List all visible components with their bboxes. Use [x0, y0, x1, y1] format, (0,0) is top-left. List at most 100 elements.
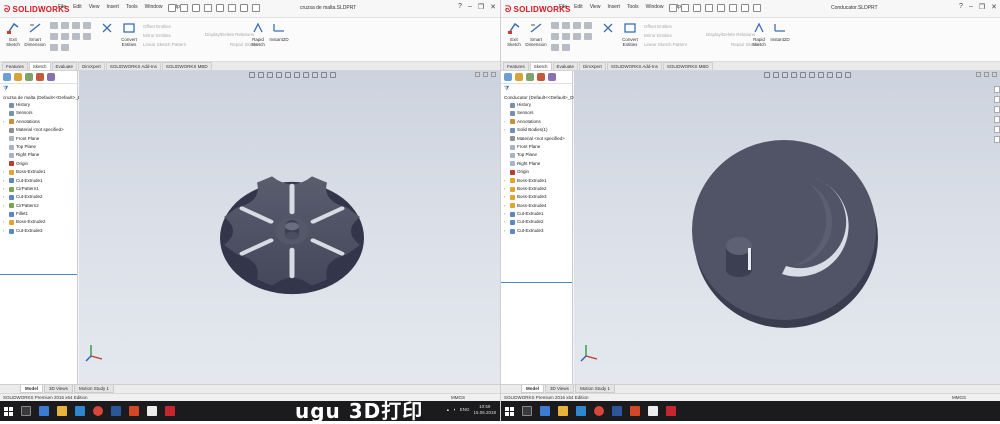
view-settings-icon[interactable]	[330, 72, 336, 78]
tab-model[interactable]: Model	[20, 385, 43, 393]
instant2d-button[interactable]: Instant2D	[769, 21, 791, 42]
custom-properties-tab-icon[interactable]	[994, 136, 1000, 143]
dimxpert-tab-icon[interactable]	[537, 73, 545, 81]
linear-pattern-label[interactable]: Linear Sketch Pattern	[644, 42, 687, 47]
tab-model[interactable]: Model	[521, 385, 544, 393]
tree-item-origin[interactable]: Origin	[504, 168, 572, 176]
view-settings-icon[interactable]	[845, 72, 851, 78]
fillet-icon[interactable]	[551, 44, 559, 51]
tab-mbd[interactable]: SOLIDWORKS MBD	[662, 62, 713, 70]
display-manager-tab-icon[interactable]	[47, 73, 55, 81]
mirror-entities-label[interactable]: Mirror Entities	[143, 33, 171, 38]
word-icon[interactable]	[111, 406, 121, 416]
undo-icon[interactable]	[216, 4, 224, 12]
smart-dimension-button[interactable]: Smart Dimension	[24, 21, 46, 47]
tab-motion-study[interactable]: Motion Study 1	[574, 385, 615, 393]
store-icon[interactable]	[576, 406, 586, 416]
tab-addins[interactable]: SOLIDWORKS Add-Ins	[606, 62, 662, 70]
minimize-button[interactable]: –	[969, 3, 973, 11]
select-icon[interactable]	[729, 4, 737, 12]
resources-tab-icon[interactable]	[994, 86, 1000, 93]
powerpoint-icon[interactable]	[630, 406, 640, 416]
rectangle-icon[interactable]	[562, 22, 570, 29]
configuration-tab-icon[interactable]	[526, 73, 534, 81]
section-view-icon[interactable]	[791, 72, 797, 78]
rebuild-icon[interactable]	[741, 4, 749, 12]
restore-button[interactable]: ❐	[979, 3, 985, 11]
zoom-to-fit-icon[interactable]	[249, 72, 255, 78]
tree-item-sensors[interactable]: Sensors	[504, 109, 572, 117]
tree-item-feature[interactable]: › Boss-Extrude1	[3, 168, 77, 176]
menu-edit[interactable]: Edit	[574, 4, 583, 10]
tab-sketch[interactable]: Sketch	[28, 62, 51, 70]
volume-icon[interactable]: ◖	[453, 407, 456, 413]
tree-item-solid-bodies[interactable]: › Solid Bodies(1)	[504, 126, 572, 134]
spline-icon[interactable]	[573, 33, 581, 40]
tree-item-front-plane[interactable]: Front Plane	[3, 135, 77, 143]
exit-sketch-button[interactable]: Exit Sketch	[2, 21, 24, 47]
tree-item-feature[interactable]: › Cut-Extrude3	[504, 227, 572, 235]
select-icon[interactable]	[228, 4, 236, 12]
print-icon[interactable]	[705, 4, 713, 12]
convert-entities-button[interactable]: Convert Entities	[619, 21, 641, 47]
close-button[interactable]: ✕	[490, 3, 496, 11]
tree-root[interactable]: Conducator (Default<<Default>_Displa	[504, 95, 583, 100]
tab-features[interactable]: Features	[2, 62, 28, 70]
tab-addins[interactable]: SOLIDWORKS Add-Ins	[105, 62, 161, 70]
smart-dimension-button[interactable]: Smart Dimension	[525, 21, 547, 47]
previous-view-icon[interactable]	[267, 72, 273, 78]
menu-window[interactable]: Window	[646, 4, 664, 10]
arc-icon[interactable]	[50, 33, 58, 40]
chrome-icon[interactable]	[594, 406, 604, 416]
view-orientation-icon[interactable]	[285, 72, 291, 78]
minimize-button[interactable]: –	[468, 3, 472, 11]
slot-icon[interactable]	[573, 22, 581, 29]
fillet-icon[interactable]	[50, 44, 58, 51]
tree-item-right-plane[interactable]: Right Plane	[504, 160, 572, 168]
tab-dimxpert[interactable]: DimXpert	[579, 62, 606, 70]
tab-motion-study[interactable]: Motion Study 1	[73, 385, 114, 393]
maltese-cross-part[interactable]	[207, 149, 377, 309]
file-explorer-icon[interactable]	[558, 406, 568, 416]
viewport-minimize-icon[interactable]	[475, 72, 480, 77]
rollback-bar[interactable]	[501, 282, 572, 283]
filter-icon[interactable]: ⧩	[3, 86, 74, 93]
windows-start-icon[interactable]	[505, 406, 514, 416]
scene-icon[interactable]	[836, 72, 842, 78]
task-view-icon[interactable]	[21, 406, 31, 416]
section-view-icon[interactable]	[276, 72, 282, 78]
solidworks-taskbar-icon[interactable]	[666, 406, 676, 416]
property-manager-tab-icon[interactable]	[14, 73, 22, 81]
task-view-icon[interactable]	[522, 406, 532, 416]
tree-item-right-plane[interactable]: Right Plane	[3, 151, 77, 159]
tree-item-sensors[interactable]: Sensors	[3, 109, 77, 117]
tree-item-material[interactable]: Material <not specified>	[504, 135, 572, 143]
menu-edit[interactable]: Edit	[73, 4, 82, 10]
menu-view[interactable]: View	[89, 4, 100, 10]
menu-insert[interactable]: Insert	[607, 4, 620, 10]
edge-browser-icon[interactable]	[39, 406, 49, 416]
file-explorer-icon[interactable]	[57, 406, 67, 416]
menu-tools[interactable]: Tools	[126, 4, 138, 10]
tree-item-feature[interactable]: › Cut-Extrude1	[504, 210, 572, 218]
tab-mbd[interactable]: SOLIDWORKS MBD	[161, 62, 212, 70]
line-icon[interactable]	[551, 22, 559, 29]
print-icon[interactable]	[204, 4, 212, 12]
tab-features[interactable]: Features	[503, 62, 529, 70]
tree-item-front-plane[interactable]: Front Plane	[504, 143, 572, 151]
viewport-restore-icon[interactable]	[483, 72, 488, 77]
scene-icon[interactable]	[321, 72, 327, 78]
open-icon[interactable]	[681, 4, 689, 12]
store-icon[interactable]	[75, 406, 85, 416]
tree-item-feature[interactable]: › Boss-Extrude3	[504, 193, 572, 201]
help-icon[interactable]: ?	[959, 3, 963, 11]
feature-tree-tab-icon[interactable]	[3, 73, 11, 81]
trim-entities-button[interactable]	[96, 21, 118, 37]
rapid-sketch-button[interactable]: Rapid Sketch	[748, 21, 770, 47]
rectangle-icon[interactable]	[61, 22, 69, 29]
appearance-icon[interactable]	[312, 72, 318, 78]
tree-item-annotations[interactable]: › Annotations	[504, 118, 572, 126]
feature-tree-tab-icon[interactable]	[504, 73, 512, 81]
viewport-minimize-icon[interactable]	[976, 72, 981, 77]
tree-item-feature[interactable]: › Boss-Extrude1	[504, 177, 572, 185]
